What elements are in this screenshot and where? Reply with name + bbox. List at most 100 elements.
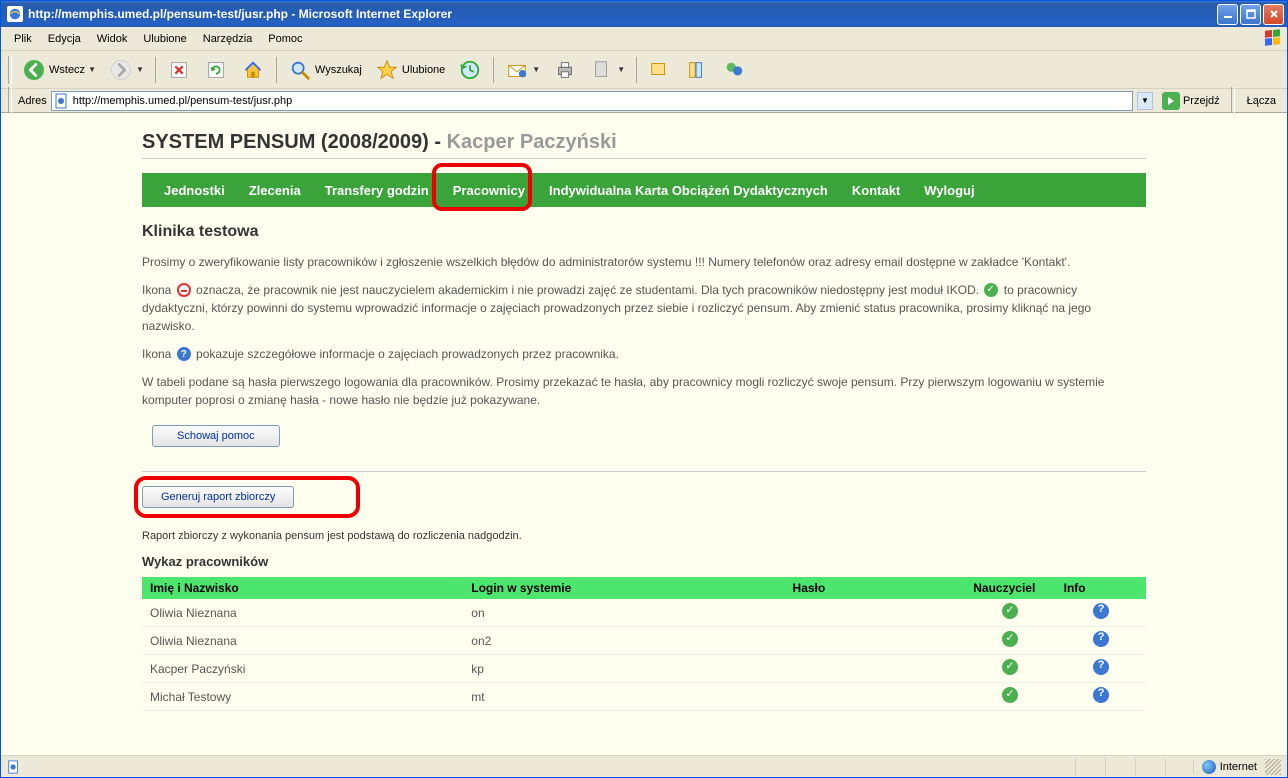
- refresh-button[interactable]: [199, 55, 233, 85]
- research-icon: [685, 58, 709, 82]
- info-icon: [1093, 631, 1109, 647]
- menu-widok[interactable]: Widok: [89, 30, 136, 48]
- toolbar-separator: [155, 57, 156, 83]
- nav-jednostki[interactable]: Jednostki: [152, 175, 237, 206]
- check-icon: [1002, 631, 1018, 647]
- table-row: Kacper Paczyńskikp: [142, 655, 1146, 683]
- stop-icon: [167, 58, 191, 82]
- cell-name[interactable]: Kacper Paczyński: [142, 655, 463, 683]
- favorites-button[interactable]: Ulubione: [370, 55, 450, 85]
- cell-login: on: [463, 599, 784, 627]
- report-note: Raport zbiorczy z wykonania pensum jest …: [142, 530, 1146, 542]
- print-button[interactable]: [548, 55, 582, 85]
- cell-teacher[interactable]: [965, 683, 1055, 711]
- search-button[interactable]: Wyszukaj: [283, 55, 367, 85]
- nav-transfery[interactable]: Transfery godzin: [313, 175, 441, 206]
- back-icon: [22, 58, 46, 82]
- nav-pracownicy[interactable]: Pracownicy: [441, 175, 537, 206]
- toolbar-separator: [636, 57, 637, 83]
- cell-name[interactable]: Michał Testowy: [142, 683, 463, 711]
- main-nav: Jednostki Zlecenia Transfery godzin Prac…: [142, 173, 1146, 207]
- menu-ulubione[interactable]: Ulubione: [135, 30, 194, 48]
- hide-help-button[interactable]: Schowaj pomoc: [152, 425, 280, 447]
- info-icon: [177, 347, 191, 361]
- generate-report-button[interactable]: Generuj raport zbiorczy: [142, 486, 294, 508]
- cell-info[interactable]: [1056, 599, 1146, 627]
- toolbar-grip: [8, 56, 12, 84]
- check-icon: [1002, 687, 1018, 703]
- statusbar-cell: [1075, 758, 1103, 776]
- cell-teacher[interactable]: [965, 599, 1055, 627]
- forward-button[interactable]: ▼: [104, 55, 149, 85]
- menu-narzedzia[interactable]: Narzędzia: [195, 30, 261, 48]
- stop-button[interactable]: [162, 55, 196, 85]
- menu-pomoc[interactable]: Pomoc: [260, 30, 310, 48]
- search-label: Wyszukaj: [315, 64, 362, 76]
- th-password: Hasło: [785, 577, 966, 599]
- check-icon: [1002, 603, 1018, 619]
- home-button[interactable]: [236, 55, 270, 85]
- info-icon: [1093, 659, 1109, 675]
- title-divider: [142, 158, 1146, 159]
- back-button[interactable]: Wstecz ▼: [17, 55, 101, 85]
- forbidden-icon: [177, 283, 191, 297]
- cell-info[interactable]: [1056, 655, 1146, 683]
- close-button[interactable]: [1263, 4, 1284, 25]
- research-button[interactable]: [680, 55, 714, 85]
- messenger-button[interactable]: [717, 55, 751, 85]
- page-title-user: Kacper Paczyński: [447, 131, 617, 153]
- cell-name[interactable]: Oliwia Nieznana: [142, 627, 463, 655]
- minimize-button[interactable]: [1217, 4, 1238, 25]
- cell-teacher[interactable]: [965, 627, 1055, 655]
- check-icon: [1002, 659, 1018, 675]
- links-label[interactable]: Łącza: [1241, 93, 1282, 109]
- resize-grip: [1265, 759, 1281, 775]
- windows-flag-icon: [1263, 29, 1283, 49]
- address-input[interactable]: [73, 95, 1130, 107]
- info-icon: [1093, 687, 1109, 703]
- discuss-button[interactable]: [643, 55, 677, 85]
- statusbar-page-icon: [7, 760, 21, 774]
- go-button[interactable]: Przejdź: [1157, 90, 1225, 112]
- history-button[interactable]: [453, 55, 487, 85]
- cell-info[interactable]: [1056, 627, 1146, 655]
- discuss-icon: [648, 58, 672, 82]
- cell-teacher[interactable]: [965, 655, 1055, 683]
- mail-button[interactable]: ▼: [500, 55, 545, 85]
- edit-icon: [590, 58, 614, 82]
- titlebar: http://memphis.umed.pl/pensum-test/jusr.…: [1, 1, 1287, 27]
- toolbar-separator: [276, 57, 277, 83]
- table-row: Michał Testowymt: [142, 683, 1146, 711]
- menu-edycja[interactable]: Edycja: [40, 30, 89, 48]
- address-dropdown[interactable]: ▼: [1137, 92, 1153, 110]
- page-title: SYSTEM PENSUM (2008/2009) - Kacper Paczy…: [142, 131, 1146, 154]
- nav-kontakt[interactable]: Kontakt: [840, 175, 912, 206]
- page-scroll[interactable]: SYSTEM PENSUM (2008/2009) - Kacper Paczy…: [1, 113, 1287, 755]
- page-icon: [54, 93, 70, 109]
- cell-password: [785, 655, 966, 683]
- cell-password: [785, 683, 966, 711]
- info-icon: [1093, 603, 1109, 619]
- para-info-icon: Ikona pokazuje szczegółowe informacje o …: [142, 345, 1146, 363]
- address-label: Adres: [18, 95, 47, 107]
- forward-dropdown: ▼: [136, 65, 144, 74]
- nav-zlecenia[interactable]: Zlecenia: [237, 175, 313, 206]
- search-icon: [288, 58, 312, 82]
- statusbar-cell: [1105, 758, 1133, 776]
- favorites-icon: [375, 58, 399, 82]
- cell-info[interactable]: [1056, 683, 1146, 711]
- cell-password: [785, 599, 966, 627]
- maximize-button[interactable]: [1240, 4, 1261, 25]
- employees-table: Imię i Nazwisko Login w systemie Hasło N…: [142, 577, 1146, 711]
- zone-label: Internet: [1220, 761, 1257, 773]
- statusbar-cell: [1165, 758, 1193, 776]
- nav-wyloguj[interactable]: Wyloguj: [912, 175, 986, 206]
- menu-plik[interactable]: Plik: [6, 30, 40, 48]
- print-icon: [553, 58, 577, 82]
- nav-ikod[interactable]: Indywidualna Karta Obciążeń Dydaktycznyc…: [537, 175, 840, 206]
- go-label: Przejdź: [1183, 95, 1220, 107]
- th-name: Imię i Nazwisko: [142, 577, 463, 599]
- edit-button[interactable]: ▼: [585, 55, 630, 85]
- cell-name[interactable]: Oliwia Nieznana: [142, 599, 463, 627]
- favorites-label: Ulubione: [402, 64, 445, 76]
